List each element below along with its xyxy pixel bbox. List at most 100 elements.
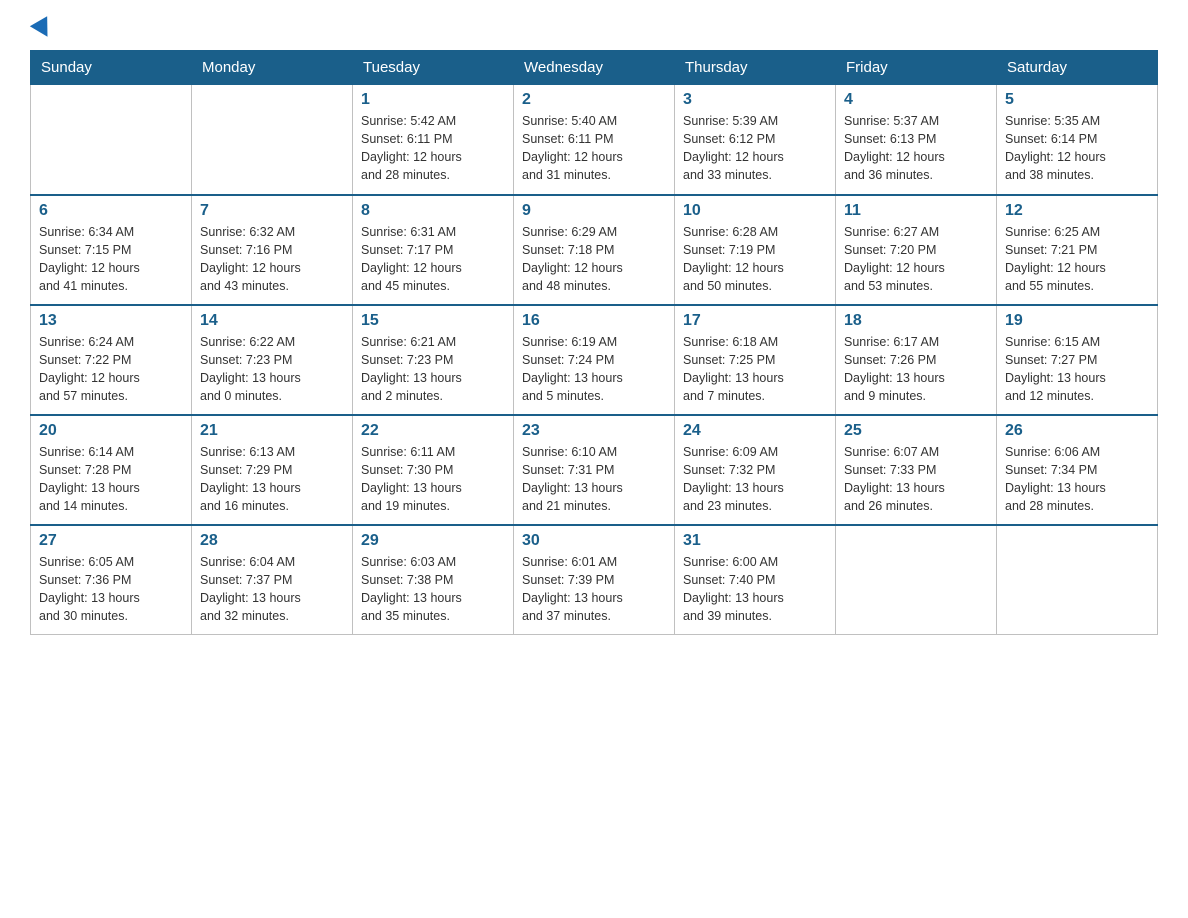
calendar-cell: 30 Sunrise: 6:01 AMSunset: 7:39 PMDayligh… xyxy=(514,525,675,635)
calendar-cell: 3 Sunrise: 5:39 AMSunset: 6:12 PMDaylight… xyxy=(675,85,836,195)
day-number: 17 xyxy=(683,312,827,330)
day-info: Sunrise: 6:22 AMSunset: 7:23 PMDaylight:… xyxy=(200,333,344,406)
day-info: Sunrise: 6:31 AMSunset: 7:17 PMDaylight:… xyxy=(361,223,505,296)
day-info: Sunrise: 5:42 AMSunset: 6:11 PMDaylight:… xyxy=(361,112,505,185)
day-info: Sunrise: 5:40 AMSunset: 6:11 PMDaylight:… xyxy=(522,112,666,185)
day-number: 20 xyxy=(39,422,183,440)
day-info: Sunrise: 6:05 AMSunset: 7:36 PMDaylight:… xyxy=(39,553,183,626)
day-number: 6 xyxy=(39,202,183,220)
day-number: 23 xyxy=(522,422,666,440)
day-info: Sunrise: 5:35 AMSunset: 6:14 PMDaylight:… xyxy=(1005,112,1149,185)
weekday-header-wednesday: Wednesday xyxy=(514,51,675,85)
day-number: 30 xyxy=(522,532,666,550)
calendar-cell: 22Sunrise: 6:11 AMSunset: 7:30 PMDayligh… xyxy=(353,415,514,525)
calendar-cell: 31Sunrise: 6:00 AMSunset: 7:40 PMDayligh… xyxy=(675,525,836,635)
day-number: 18 xyxy=(844,312,988,330)
day-number: 5 xyxy=(1005,91,1149,109)
day-info: Sunrise: 6:00 AMSunset: 7:40 PMDaylight:… xyxy=(683,553,827,626)
calendar-cell: 26 Sunrise: 6:06 AMSunset: 7:34 PMDayligh… xyxy=(997,415,1158,525)
day-number: 10 xyxy=(683,202,827,220)
day-number: 28 xyxy=(200,532,344,550)
weekday-header-friday: Friday xyxy=(836,51,997,85)
calendar-cell: 28 Sunrise: 6:04 AMSunset: 7:37 PMDayligh… xyxy=(192,525,353,635)
day-info: Sunrise: 6:14 AMSunset: 7:28 PMDaylight:… xyxy=(39,443,183,516)
day-number: 3 xyxy=(683,91,827,109)
calendar-cell: 27 Sunrise: 6:05 AMSunset: 7:36 PMDayligh… xyxy=(31,525,192,635)
calendar-header-row: SundayMondayTuesdayWednesdayThursdayFrid… xyxy=(31,51,1158,85)
calendar-cell xyxy=(997,525,1158,635)
day-number: 27 xyxy=(39,532,183,550)
calendar-cell: 9Sunrise: 6:29 AMSunset: 7:18 PMDaylight… xyxy=(514,195,675,305)
day-number: 2 xyxy=(522,91,666,109)
calendar-cell xyxy=(31,85,192,195)
calendar-cell: 8 Sunrise: 6:31 AMSunset: 7:17 PMDaylight… xyxy=(353,195,514,305)
day-number: 26 xyxy=(1005,422,1149,440)
calendar-cell: 6 Sunrise: 6:34 AMSunset: 7:15 PMDaylight… xyxy=(31,195,192,305)
day-number: 22 xyxy=(361,422,505,440)
weekday-header-thursday: Thursday xyxy=(675,51,836,85)
day-info: Sunrise: 6:24 AMSunset: 7:22 PMDaylight:… xyxy=(39,333,183,406)
logo-triangle-icon xyxy=(30,16,56,42)
day-info: Sunrise: 6:25 AMSunset: 7:21 PMDaylight:… xyxy=(1005,223,1149,296)
day-info: Sunrise: 6:19 AMSunset: 7:24 PMDaylight:… xyxy=(522,333,666,406)
calendar-table: SundayMondayTuesdayWednesdayThursdayFrid… xyxy=(30,50,1158,635)
day-number: 21 xyxy=(200,422,344,440)
day-number: 9 xyxy=(522,202,666,220)
day-info: Sunrise: 6:27 AMSunset: 7:20 PMDaylight:… xyxy=(844,223,988,296)
day-number: 12 xyxy=(1005,202,1149,220)
calendar-cell: 13 Sunrise: 6:24 AMSunset: 7:22 PMDayligh… xyxy=(31,305,192,415)
day-number: 8 xyxy=(361,202,505,220)
day-info: Sunrise: 6:15 AMSunset: 7:27 PMDaylight:… xyxy=(1005,333,1149,406)
calendar-cell: 20 Sunrise: 6:14 AMSunset: 7:28 PMDayligh… xyxy=(31,415,192,525)
calendar-week-row: 6 Sunrise: 6:34 AMSunset: 7:15 PMDaylight… xyxy=(31,195,1158,305)
day-info: Sunrise: 6:17 AMSunset: 7:26 PMDaylight:… xyxy=(844,333,988,406)
day-info: Sunrise: 6:18 AMSunset: 7:25 PMDaylight:… xyxy=(683,333,827,406)
day-info: Sunrise: 6:32 AMSunset: 7:16 PMDaylight:… xyxy=(200,223,344,296)
calendar-week-row: 27 Sunrise: 6:05 AMSunset: 7:36 PMDayligh… xyxy=(31,525,1158,635)
calendar-cell: 21 Sunrise: 6:13 AMSunset: 7:29 PMDayligh… xyxy=(192,415,353,525)
calendar-cell: 2 Sunrise: 5:40 AMSunset: 6:11 PMDaylight… xyxy=(514,85,675,195)
calendar-cell: 5 Sunrise: 5:35 AMSunset: 6:14 PMDaylight… xyxy=(997,85,1158,195)
day-info: Sunrise: 6:04 AMSunset: 7:37 PMDaylight:… xyxy=(200,553,344,626)
day-info: Sunrise: 6:03 AMSunset: 7:38 PMDaylight:… xyxy=(361,553,505,626)
calendar-cell: 29 Sunrise: 6:03 AMSunset: 7:38 PMDayligh… xyxy=(353,525,514,635)
page-header xyxy=(30,20,1158,34)
logo xyxy=(30,20,53,34)
day-number: 19 xyxy=(1005,312,1149,330)
day-number: 7 xyxy=(200,202,344,220)
calendar-cell: 17 Sunrise: 6:18 AMSunset: 7:25 PMDayligh… xyxy=(675,305,836,415)
calendar-cell: 25Sunrise: 6:07 AMSunset: 7:33 PMDayligh… xyxy=(836,415,997,525)
day-number: 16 xyxy=(522,312,666,330)
calendar-cell: 24Sunrise: 6:09 AMSunset: 7:32 PMDayligh… xyxy=(675,415,836,525)
calendar-week-row: 1 Sunrise: 5:42 AMSunset: 6:11 PMDaylight… xyxy=(31,85,1158,195)
weekday-header-sunday: Sunday xyxy=(31,51,192,85)
calendar-cell: 23 Sunrise: 6:10 AMSunset: 7:31 PMDayligh… xyxy=(514,415,675,525)
calendar-cell: 10 Sunrise: 6:28 AMSunset: 7:19 PMDayligh… xyxy=(675,195,836,305)
day-number: 15 xyxy=(361,312,505,330)
day-info: Sunrise: 6:13 AMSunset: 7:29 PMDaylight:… xyxy=(200,443,344,516)
day-info: Sunrise: 6:34 AMSunset: 7:15 PMDaylight:… xyxy=(39,223,183,296)
calendar-cell: 7 Sunrise: 6:32 AMSunset: 7:16 PMDaylight… xyxy=(192,195,353,305)
calendar-cell: 4Sunrise: 5:37 AMSunset: 6:13 PMDaylight… xyxy=(836,85,997,195)
day-number: 25 xyxy=(844,422,988,440)
calendar-cell: 14 Sunrise: 6:22 AMSunset: 7:23 PMDayligh… xyxy=(192,305,353,415)
calendar-cell: 15 Sunrise: 6:21 AMSunset: 7:23 PMDayligh… xyxy=(353,305,514,415)
weekday-header-monday: Monday xyxy=(192,51,353,85)
day-info: Sunrise: 6:06 AMSunset: 7:34 PMDaylight:… xyxy=(1005,443,1149,516)
day-info: Sunrise: 6:10 AMSunset: 7:31 PMDaylight:… xyxy=(522,443,666,516)
day-info: Sunrise: 6:09 AMSunset: 7:32 PMDaylight:… xyxy=(683,443,827,516)
day-info: Sunrise: 6:21 AMSunset: 7:23 PMDaylight:… xyxy=(361,333,505,406)
day-number: 29 xyxy=(361,532,505,550)
calendar-week-row: 13 Sunrise: 6:24 AMSunset: 7:22 PMDayligh… xyxy=(31,305,1158,415)
day-info: Sunrise: 5:39 AMSunset: 6:12 PMDaylight:… xyxy=(683,112,827,185)
day-info: Sunrise: 6:28 AMSunset: 7:19 PMDaylight:… xyxy=(683,223,827,296)
day-number: 14 xyxy=(200,312,344,330)
calendar-cell xyxy=(192,85,353,195)
calendar-cell: 18 Sunrise: 6:17 AMSunset: 7:26 PMDayligh… xyxy=(836,305,997,415)
calendar-cell: 1 Sunrise: 5:42 AMSunset: 6:11 PMDaylight… xyxy=(353,85,514,195)
day-number: 13 xyxy=(39,312,183,330)
weekday-header-saturday: Saturday xyxy=(997,51,1158,85)
day-number: 1 xyxy=(361,91,505,109)
calendar-cell: 11Sunrise: 6:27 AMSunset: 7:20 PMDayligh… xyxy=(836,195,997,305)
day-info: Sunrise: 6:01 AMSunset: 7:39 PMDaylight:… xyxy=(522,553,666,626)
